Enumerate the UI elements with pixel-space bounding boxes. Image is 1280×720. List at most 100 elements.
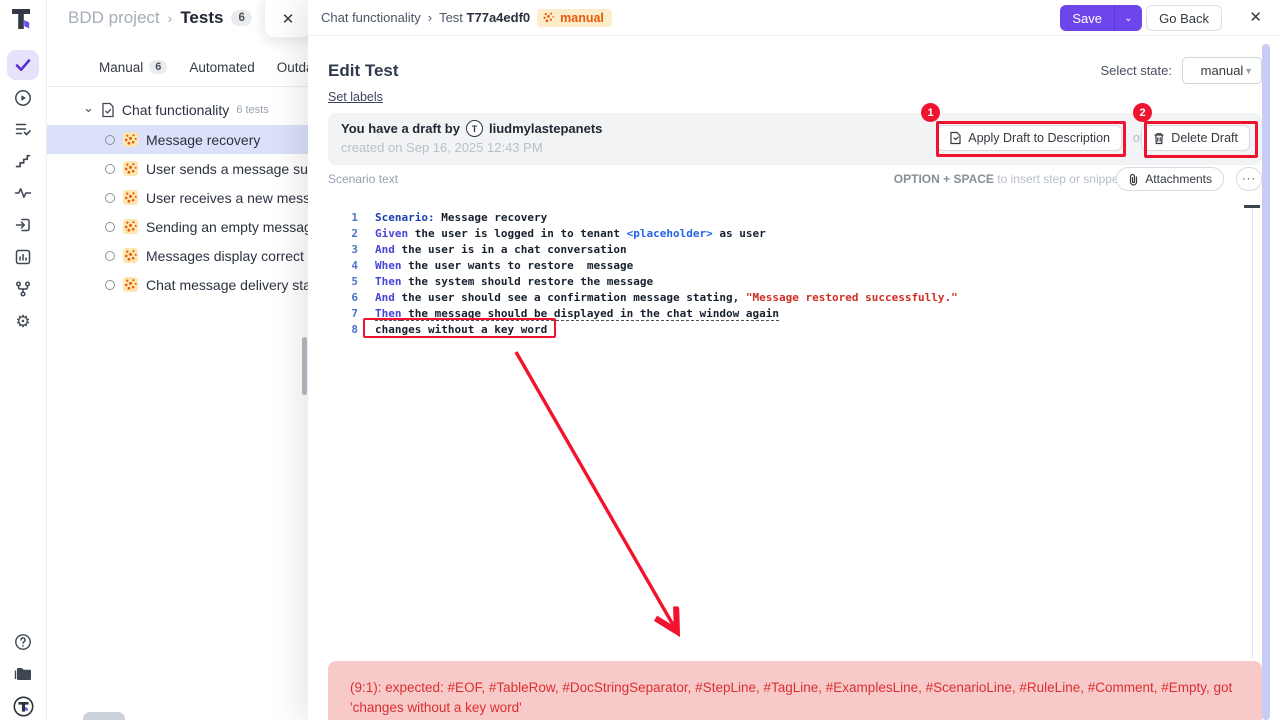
code-line[interactable]: changes without a key word: [375, 323, 547, 336]
tree-scrollbar-thumb[interactable]: [302, 337, 307, 395]
profile-avatar[interactable]: [7, 691, 39, 720]
test-status-circle: [105, 193, 115, 203]
gear-icon: ⚙: [15, 313, 30, 330]
tab-automated[interactable]: Automated: [189, 60, 254, 75]
breadcrumb: BDD project › Tests 6: [68, 8, 252, 28]
panel-close-button[interactable]: ✕: [264, 0, 312, 38]
code-line[interactable]: And the user is in a chat conversation: [375, 243, 627, 256]
code-line[interactable]: Scenario: Message recovery: [375, 211, 547, 224]
modal-breadcrumb-separator: ›: [428, 10, 432, 25]
code-line[interactable]: And the user should see a confirmation m…: [375, 291, 958, 304]
nav-settings-icon[interactable]: ⚙: [7, 306, 39, 336]
code-row[interactable]: 3And the user is in a chat conversation: [328, 241, 1252, 257]
code-line[interactable]: Given the user is logged in to tenant <p…: [375, 227, 766, 240]
modal-breadcrumb-folder[interactable]: Chat functionality: [321, 10, 421, 25]
attachments-label: Attachments: [1145, 172, 1212, 186]
code-row[interactable]: 2 Given the user is logged in to tenant <…: [328, 225, 1252, 241]
apply-draft-label: Apply Draft to Description: [968, 131, 1110, 145]
code-row[interactable]: 5Then the system should restore the mess…: [328, 273, 1252, 289]
nav-activity-icon[interactable]: [7, 178, 39, 208]
suite-doc-icon: [101, 102, 115, 118]
test-status-circle: [105, 280, 115, 290]
tree-item-test[interactable]: User sends a message succe: [47, 154, 308, 183]
tree-item-test[interactable]: Message recovery: [47, 125, 308, 154]
manual-state-badge-label: manual: [560, 11, 604, 25]
code-row[interactable]: 7 Then the message should be displayed in…: [328, 305, 1252, 321]
chevron-down-icon[interactable]: ⌄: [83, 105, 94, 112]
tree-item-test[interactable]: Sending an empty message: [47, 212, 308, 241]
select-state-wrap: Select state: manual ▼: [1100, 57, 1262, 84]
test-status-circle: [105, 251, 115, 261]
scenario-editor[interactable]: 1Scenario: Message recovery 2 Given the us…: [328, 209, 1252, 337]
state-dropdown-value: manual: [1201, 63, 1244, 78]
tree-item-test[interactable]: Chat message delivery statu: [47, 270, 308, 299]
tree-item-test[interactable]: User receives a new messag: [47, 183, 308, 212]
test-tree-items: Message recovery User sends a message suc…: [47, 125, 308, 299]
set-labels-link[interactable]: Set labels: [328, 90, 383, 104]
nav-steps-icon[interactable]: [7, 146, 39, 176]
apply-draft-button[interactable]: Apply Draft to Description: [937, 125, 1122, 151]
modal-breadcrumb-test: Test T77a4edf0: [439, 10, 530, 25]
save-button[interactable]: Save: [1060, 5, 1114, 31]
apply-doc-icon: [949, 131, 962, 145]
go-back-button[interactable]: Go Back: [1146, 5, 1222, 31]
error-line-1: (9:1): expected: #EOF, #TableRow, #DocSt…: [350, 680, 1232, 695]
editor-scroll-thumb[interactable]: [1244, 205, 1260, 208]
nav-branches-icon[interactable]: [7, 274, 39, 304]
line-number: 6: [328, 291, 358, 304]
manual-test-icon: [123, 161, 138, 176]
more-options-button[interactable]: ···: [1236, 167, 1262, 191]
nav-runs-icon[interactable]: [7, 83, 39, 113]
draft-author: liudmylastepanets: [489, 121, 602, 136]
code-line[interactable]: When the user wants to restore message: [375, 259, 633, 272]
tab-manual-count: 6: [149, 60, 167, 74]
manual-test-icon: [123, 248, 138, 263]
dropdown-arrow-icon: ▼: [1244, 66, 1253, 76]
test-title: User sends a message succe: [146, 161, 308, 177]
shortcut-hint: OPTION + SPACE to insert step or snippet: [894, 172, 1122, 186]
nav-import-icon[interactable]: [7, 210, 39, 240]
breadcrumb-project[interactable]: BDD project: [68, 8, 160, 28]
code-row[interactable]: 1Scenario: Message recovery: [328, 209, 1252, 225]
tree-item-test[interactable]: Messages display correct tim: [47, 241, 308, 270]
select-state-label: Select state:: [1100, 63, 1172, 78]
line-number: 2: [328, 227, 358, 240]
trash-icon: [1153, 132, 1165, 145]
modal-scrollbar[interactable]: [1262, 44, 1270, 720]
tests-page-background: BDD project › Tests 6 Manual 6 Automated…: [47, 0, 308, 720]
test-title: User receives a new messag: [146, 190, 308, 206]
help-button[interactable]: [7, 627, 39, 657]
test-status-circle: [105, 164, 115, 174]
save-options-caret[interactable]: ⌄: [1114, 5, 1142, 31]
docs-folder-icon[interactable]: [7, 659, 39, 689]
modal-breadcrumb: Chat functionality › Test T77a4edf0 manu…: [308, 9, 612, 27]
nav-tests-icon[interactable]: [7, 50, 39, 80]
tab-outdated[interactable]: Outdated: [277, 60, 308, 75]
code-line[interactable]: Then the system should restore the messa…: [375, 275, 653, 288]
edit-test-modal: Chat functionality › Test T77a4edf0 manu…: [308, 0, 1280, 720]
tab-manual[interactable]: Manual 6: [99, 60, 167, 75]
line-number: 7: [328, 307, 358, 320]
code-row[interactable]: 8changes without a key word: [328, 321, 1252, 337]
code-row[interactable]: 6 And the user should see a confirmation …: [328, 289, 1252, 305]
delete-draft-button[interactable]: Delete Draft: [1141, 125, 1250, 151]
nav-reports-icon[interactable]: [7, 242, 39, 272]
app-root: ⚙ BDD project › Tests 6 Manual 6 Automat…: [0, 0, 1280, 720]
manual-test-icon: [123, 190, 138, 205]
attachments-button[interactable]: Attachments: [1116, 167, 1224, 191]
tree-folder-label: Chat functionality: [122, 102, 229, 118]
tree-folder-chat-functionality[interactable]: ⌄ Chat functionality 6 tests: [47, 95, 308, 125]
manual-state-badge: manual: [537, 9, 612, 27]
app-logo[interactable]: [8, 6, 34, 32]
code-row[interactable]: 4 When the user wants to restore message: [328, 257, 1252, 273]
page-title: Edit Test: [328, 61, 399, 81]
nav-plans-icon[interactable]: [7, 114, 39, 144]
state-dropdown[interactable]: manual ▼: [1182, 57, 1262, 84]
line-number: 4: [328, 259, 358, 272]
code-line[interactable]: Then the message should be displayed in …: [375, 307, 779, 320]
close-icon: ✕: [282, 10, 295, 28]
test-title: Sending an empty message: [146, 219, 308, 235]
modal-close-icon[interactable]: ✕: [1249, 8, 1262, 26]
test-status-circle: [105, 135, 115, 145]
save-split-button: Save ⌄: [1060, 5, 1142, 31]
